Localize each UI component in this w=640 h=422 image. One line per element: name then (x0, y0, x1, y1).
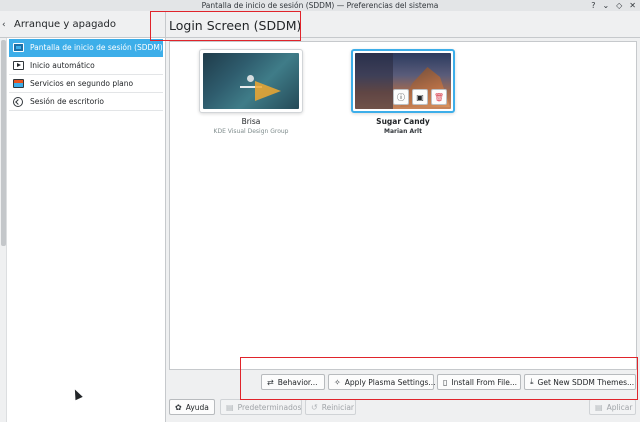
sidebar-item-background-services[interactable]: Servicios en segundo plano (9, 75, 163, 93)
theme-card-sugar-candy[interactable]: ⓘ ▣ 🗑 Sugar Candy Marian Arlt (351, 49, 455, 135)
sidebar-item-label: Sesión de escritorio (30, 97, 104, 106)
back-arrow-icon[interactable]: ‹ (2, 20, 6, 30)
window-title: Pantalla de inicio de sesión (SDDM) — Pr… (201, 1, 439, 10)
reset-button[interactable]: ↺ Reiniciar (305, 399, 356, 415)
sidebar-scrollbar-thumb[interactable] (1, 40, 6, 246)
file-icon: ▯ (443, 377, 448, 387)
sidebar-item-label: Servicios en segundo plano (30, 79, 134, 88)
apply-plasma-settings-button[interactable]: ✧ Apply Plasma Settings... (328, 374, 436, 390)
sidebar-item-login-screen[interactable]: Pantalla de inicio de sesión (SDDM) (9, 39, 163, 57)
theme-card-brisa[interactable]: Brisa KDE Visual Design Group (199, 49, 303, 135)
page-title: Login Screen (SDDM) (169, 18, 302, 33)
download-icon: ⤓ (530, 377, 534, 386)
help-lifebuoy-icon: ✿ (175, 402, 182, 412)
theme-overlay-buttons: ⓘ ▣ 🗑 (393, 89, 447, 105)
defaults-icon: ▤ (226, 402, 234, 412)
theme-author: KDE Visual Design Group (213, 128, 289, 135)
sidebar-item-label: Inicio automático (30, 61, 95, 70)
play-icon (13, 61, 24, 70)
close-icon[interactable]: ✕ (629, 0, 636, 11)
sidebar-scrollbar[interactable] (0, 38, 7, 422)
avatar (247, 75, 254, 82)
theme-thumbnail[interactable] (199, 49, 303, 113)
preview-icon[interactable]: ▣ (412, 89, 428, 105)
sliders-icon: ⇄ (267, 377, 274, 387)
wallpaper-shape (255, 81, 281, 101)
sidebar-item-desktop-session[interactable]: Sesión de escritorio (9, 93, 163, 111)
get-new-themes-button[interactable]: ⤓ Get New SDDM Themes... (524, 374, 636, 390)
sidebar-list: Pantalla de inicio de sesión (SDDM) Inic… (9, 39, 163, 111)
window-controls: ? ⌄ ◇ ✕ (591, 0, 636, 11)
sparkle-icon: ✧ (334, 377, 341, 387)
sidebar-category-title: Arranque y apagado (14, 19, 117, 30)
help-icon[interactable]: ? (591, 0, 595, 11)
defaults-button[interactable]: ▤ Predeterminados (220, 399, 302, 415)
login-panel-preview (355, 53, 394, 109)
theme-name: Sugar Candy (376, 117, 430, 126)
sidebar-divider (165, 11, 166, 422)
theme-preview-image (203, 53, 299, 109)
window-titlebar: Pantalla de inicio de sesión (SDDM) — Pr… (0, 0, 640, 11)
theme-name: Brisa (241, 117, 261, 126)
sidebar-header: ‹ Arranque y apagado (0, 11, 165, 37)
behavior-button[interactable]: ⇄ Behavior... (261, 374, 325, 390)
services-icon (13, 79, 24, 88)
sidebar: Pantalla de inicio de sesión (SDDM) Inic… (0, 38, 165, 422)
theme-grid: Brisa KDE Visual Design Group ⓘ ▣ 🗑 Suga… (169, 41, 637, 390)
apply-button[interactable]: ▤ Aplicar (589, 399, 636, 415)
apply-icon: ▤ (595, 402, 603, 412)
theme-preview-image: ⓘ ▣ 🗑 (355, 53, 451, 109)
install-from-file-button[interactable]: ▯ Install From File... (437, 374, 521, 390)
theme-thumbnail[interactable]: ⓘ ▣ 🗑 (351, 49, 455, 113)
session-icon (13, 97, 23, 107)
sidebar-item-label: Pantalla de inicio de sesión (SDDM) (30, 43, 163, 52)
trash-icon[interactable]: 🗑 (431, 89, 447, 105)
monitor-icon (13, 43, 24, 52)
info-icon[interactable]: ⓘ (393, 89, 409, 105)
sidebar-item-autostart[interactable]: Inicio automático (9, 57, 163, 75)
maximize-icon[interactable]: ◇ (616, 0, 622, 11)
content-header: Login Screen (SDDM) (166, 11, 640, 37)
reset-icon: ↺ (311, 402, 318, 412)
theme-author: Marian Arlt (384, 128, 422, 135)
help-button[interactable]: ✿ Ayuda (169, 399, 215, 415)
minimize-icon[interactable]: ⌄ (602, 0, 609, 11)
